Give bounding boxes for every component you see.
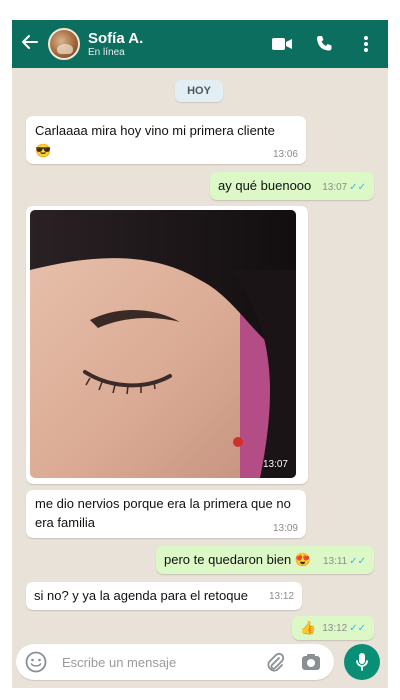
message-input-placeholder: Escribe un mensaje bbox=[62, 654, 177, 670]
message-bubble-outgoing[interactable]: ay qué buenooo 13:07 ✓✓ bbox=[210, 172, 374, 200]
phone-icon[interactable] bbox=[314, 34, 334, 54]
message-time: 13:12 bbox=[268, 591, 294, 602]
message-text: si no? y ya la agenda para el retoque bbox=[34, 588, 248, 603]
back-arrow-icon[interactable] bbox=[12, 20, 48, 68]
attach-icon[interactable] bbox=[262, 652, 288, 672]
mic-icon[interactable] bbox=[344, 644, 380, 680]
avatar[interactable] bbox=[48, 28, 80, 60]
more-vert-icon[interactable] bbox=[356, 34, 376, 54]
message-emoji: 😍 bbox=[294, 552, 312, 567]
message-text: ay qué buenooo bbox=[218, 178, 312, 193]
message-emoji: 😎 bbox=[35, 143, 52, 158]
date-divider: HOY bbox=[175, 80, 223, 102]
message-bubble-outgoing[interactable]: pero te quedaron bien 😍 13:11 ✓✓ bbox=[156, 546, 374, 574]
message-bubble-photo[interactable]: 13:07 bbox=[26, 206, 308, 484]
message-bubble-incoming[interactable]: si no? y ya la agenda para el retoque 13… bbox=[26, 582, 302, 610]
read-ticks-icon: ✓✓ bbox=[349, 623, 366, 634]
message-time: 13:07 bbox=[262, 459, 288, 470]
contact-name: Sofía A. bbox=[88, 29, 144, 47]
message-emoji: 👍 bbox=[300, 620, 317, 635]
message-bubble-outgoing[interactable]: 👍 13:12 ✓✓ bbox=[292, 616, 374, 640]
message-text: Carlaaaa mira hoy vino mi primera client… bbox=[35, 123, 275, 138]
chat-screen: Sofía A. En línea HOY Carlaaaa mira hoy … bbox=[12, 20, 388, 688]
photo-image bbox=[30, 210, 296, 478]
contact-status: En línea bbox=[88, 46, 125, 58]
message-time: 13:06 bbox=[272, 149, 298, 160]
message-input[interactable]: Escribe un mensaje bbox=[16, 644, 334, 680]
message-text: pero te quedaron bien bbox=[164, 552, 292, 567]
message-bubble-incoming[interactable]: Carlaaaa mira hoy vino mi primera client… bbox=[26, 116, 306, 164]
message-time: 13:09 bbox=[272, 523, 298, 534]
chat-header: Sofía A. En línea bbox=[12, 20, 388, 68]
contact-info[interactable]: Sofía A. En línea bbox=[88, 30, 143, 59]
message-text: me dio nervios porque era la primera que… bbox=[35, 496, 291, 530]
photo-attachment[interactable]: 13:07 bbox=[30, 210, 296, 478]
message-time: 13:11 bbox=[322, 556, 348, 567]
read-ticks-icon: ✓✓ bbox=[349, 182, 366, 193]
message-time: 13:12 bbox=[322, 623, 348, 634]
camera-icon[interactable] bbox=[298, 653, 324, 671]
message-bubble-incoming[interactable]: me dio nervios porque era la primera que… bbox=[26, 490, 306, 538]
emoji-icon[interactable] bbox=[16, 651, 56, 673]
message-list[interactable]: HOY Carlaaaa mira hoy vino mi primera cl… bbox=[12, 68, 388, 640]
video-call-icon[interactable] bbox=[272, 34, 292, 54]
read-ticks-icon: ✓✓ bbox=[349, 556, 366, 567]
message-time: 13:07 bbox=[322, 182, 348, 193]
message-composer: Escribe un mensaje bbox=[12, 640, 388, 688]
